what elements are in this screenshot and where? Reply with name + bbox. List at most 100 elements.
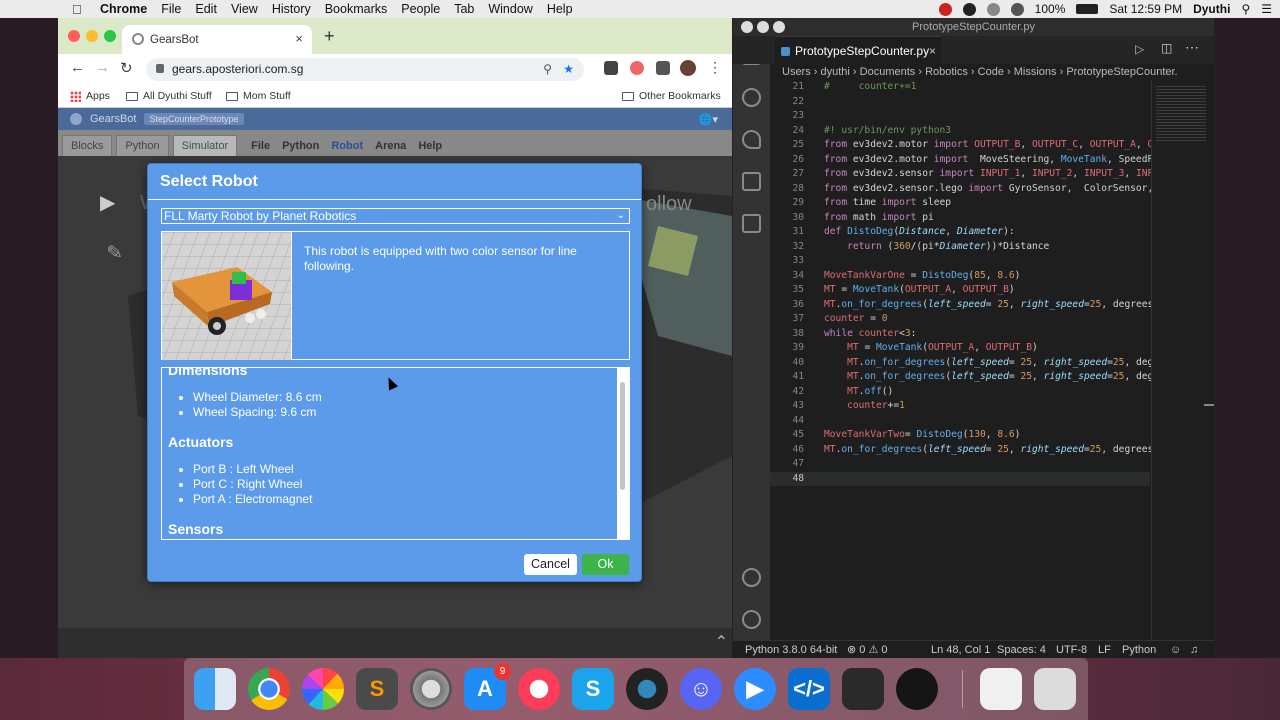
extensions-icon[interactable]	[742, 214, 761, 233]
breadcrumb-item[interactable]: Robotics	[925, 66, 968, 78]
zoom-search-icon[interactable]: ⚲	[543, 58, 552, 81]
code-line[interactable]: 31 def DistoDeg(Distance, Diameter):	[770, 225, 1150, 240]
cursor-position[interactable]: Ln 48, Col 1	[931, 641, 990, 659]
code-line[interactable]: 24 #! usr/bin/env python3	[770, 124, 1150, 139]
system-preferences-app-icon[interactable]	[410, 668, 452, 710]
indentation[interactable]: Spaces: 4	[997, 641, 1046, 659]
code-line[interactable]: 42 MT.off()	[770, 385, 1150, 400]
clock[interactable]: Sat 12:59 PM	[1109, 2, 1182, 16]
zoom-window-button[interactable]	[104, 30, 116, 42]
feedback-icon[interactable]: ☺	[1170, 641, 1181, 659]
tab-blocks[interactable]: Blocks	[62, 135, 113, 156]
other-bookmarks[interactable]: Other Bookmarks	[622, 90, 721, 102]
app-store-app-icon[interactable]: A9	[464, 663, 511, 710]
run-debug-icon[interactable]	[742, 172, 761, 191]
menu-history[interactable]: History	[272, 2, 311, 16]
more-actions-icon[interactable]: ⋯	[1185, 39, 1199, 56]
finder-app-icon[interactable]	[194, 668, 236, 710]
photos-app-icon[interactable]	[302, 668, 344, 710]
code-line[interactable]: 41 MT.on_for_degrees(left_speed= 25, rig…	[770, 370, 1153, 385]
battery-percent[interactable]: 100%	[1035, 2, 1066, 16]
menu-help[interactable]: Help	[547, 2, 573, 16]
code-line[interactable]: 36 MT.on_for_degrees(left_speed= 25, righ…	[770, 298, 1153, 313]
code-line[interactable]: 38 while counter<3:	[770, 327, 1150, 342]
tab-simulator[interactable]: Simulator	[172, 135, 238, 156]
bolt-icon[interactable]	[962, 2, 976, 16]
code-line[interactable]: 43 counter+=1	[770, 399, 1150, 414]
cancel-button[interactable]: Cancel	[524, 554, 577, 575]
menu-robot[interactable]: Robot	[325, 136, 369, 156]
gear-icon[interactable]	[742, 610, 761, 629]
search-icon[interactable]	[742, 88, 761, 107]
menu-bookmarks[interactable]: Bookmarks	[325, 2, 388, 16]
scrollbar-thumb[interactable]	[620, 382, 625, 490]
code-line[interactable]: 47	[770, 457, 1150, 472]
profile-avatar[interactable]	[680, 60, 696, 76]
menu-file[interactable]: File	[161, 2, 181, 16]
chevron-up-icon[interactable]: ⌃	[715, 632, 728, 652]
menu-edit[interactable]: Edit	[195, 2, 217, 16]
menu-arena[interactable]: Arena	[369, 136, 412, 156]
code-line[interactable]: 30 from math import pi	[770, 211, 1150, 226]
unknown-status-icon[interactable]	[986, 2, 1000, 16]
bookmark-mom-stuff[interactable]: Mom Stuff	[226, 90, 291, 102]
code-line[interactable]: 26 from ev3dev2.motor import MoveSteering…	[770, 153, 1153, 168]
breadcrumb-item[interactable]: Missions	[1014, 66, 1057, 78]
split-editor-icon[interactable]: ◫	[1161, 41, 1172, 55]
record-extension-icon[interactable]	[630, 61, 644, 75]
code-line[interactable]: 48	[770, 471, 1150, 486]
menu-view[interactable]: View	[231, 2, 258, 16]
specs-scrollbar[interactable]	[617, 368, 629, 539]
code-line[interactable]: 46 MT.on_for_degrees(left_speed= 25, righ…	[770, 443, 1153, 458]
menu-people[interactable]: People	[401, 2, 440, 16]
problems-count[interactable]: ⊗ 0 ⚠ 0	[847, 641, 887, 659]
encoding[interactable]: UTF-8	[1056, 641, 1087, 659]
obs-app-icon[interactable]	[896, 668, 938, 710]
code-line[interactable]: 27 from ev3dev2.sensor import INPUT_1, IN…	[770, 167, 1153, 182]
language-mode[interactable]: Python	[1122, 641, 1156, 659]
code-line[interactable]: 23	[770, 109, 1150, 124]
chrome-menu-icon[interactable]: ⋮	[708, 59, 722, 76]
line-ending[interactable]: LF	[1098, 641, 1111, 659]
quicktime-app-icon[interactable]	[626, 668, 668, 710]
project-name-badge[interactable]: StepCounterPrototype	[144, 113, 244, 125]
code-line[interactable]: 40 MT.on_for_degrees(left_speed= 25, rig…	[770, 356, 1153, 371]
editor-tab-prototypestepcounter[interactable]: PrototypeStepCounter.py ×	[775, 36, 941, 64]
code-editor[interactable]: 21 # counter+=1 22 23 24 #! usr/bin/env pytho…	[770, 80, 1153, 640]
breadcrumb-item[interactable]: PrototypeStepCounter.	[1066, 66, 1177, 78]
code-line[interactable]: 35 MT = MoveTank(OUTPUT_A, OUTPUT_B)	[770, 283, 1150, 298]
game-app-icon[interactable]	[842, 668, 884, 710]
code-line[interactable]: 37 counter = 0	[770, 312, 1150, 327]
code-line[interactable]: 22	[770, 95, 1150, 110]
code-line[interactable]: 32 return (360/(pi*Diameter))*Distance	[770, 240, 1150, 255]
robot-specs-panel[interactable]: Dimensions Wheel Diameter: 8.6 cm Wheel …	[161, 367, 630, 540]
menu-python[interactable]: Python	[276, 136, 325, 156]
bookmark-all-dyuthi-stuff[interactable]: All Dyuthi Stuff	[126, 90, 212, 102]
code-line[interactable]: 44	[770, 414, 1150, 429]
python-interpreter[interactable]: Python 3.8.0 64-bit	[745, 641, 837, 659]
minimize-window-button[interactable]	[86, 30, 98, 42]
tab-python[interactable]: Python	[116, 135, 169, 156]
sublime-text-app-icon[interactable]: S	[356, 668, 398, 710]
new-tab-button[interactable]: +	[324, 26, 335, 47]
code-line[interactable]: 29 from time import sleep	[770, 196, 1150, 211]
code-line[interactable]: 34 MoveTankVarOne = DistoDeg(85, 8.6)	[770, 269, 1150, 284]
spotlight-search-icon[interactable]: ⚲	[1241, 2, 1250, 16]
back-arrow-icon[interactable]: ←	[70, 59, 85, 76]
robot-select-dropdown[interactable]: FLL Marty Robot by Planet Robotics ⌄	[161, 208, 630, 224]
bookmark-star-icon[interactable]: ★	[563, 58, 574, 81]
code-line[interactable]: 21 # counter+=1	[770, 80, 1150, 95]
code-line[interactable]: 28 from ev3dev2.sensor.lego import GyroSe…	[770, 182, 1153, 197]
tab-close-icon[interactable]: ×	[295, 31, 303, 46]
zoom-app-icon[interactable]: ▶	[734, 668, 776, 710]
bookmark-apps[interactable]: Apps	[70, 90, 110, 102]
breadcrumb-item[interactable]: dyuthi	[821, 66, 850, 78]
browser-tab-gearsbot[interactable]: GearsBot ×	[122, 25, 312, 54]
close-window-button[interactable]	[741, 21, 753, 33]
close-window-button[interactable]	[68, 30, 80, 42]
control-center-icon[interactable]: ☰	[1261, 2, 1272, 16]
reload-icon[interactable]: ↻	[120, 59, 133, 77]
breadcrumb-item[interactable]: Documents	[860, 66, 916, 78]
ok-button[interactable]: Ok	[582, 554, 629, 575]
breadcrumb-item[interactable]: Users	[782, 66, 811, 78]
